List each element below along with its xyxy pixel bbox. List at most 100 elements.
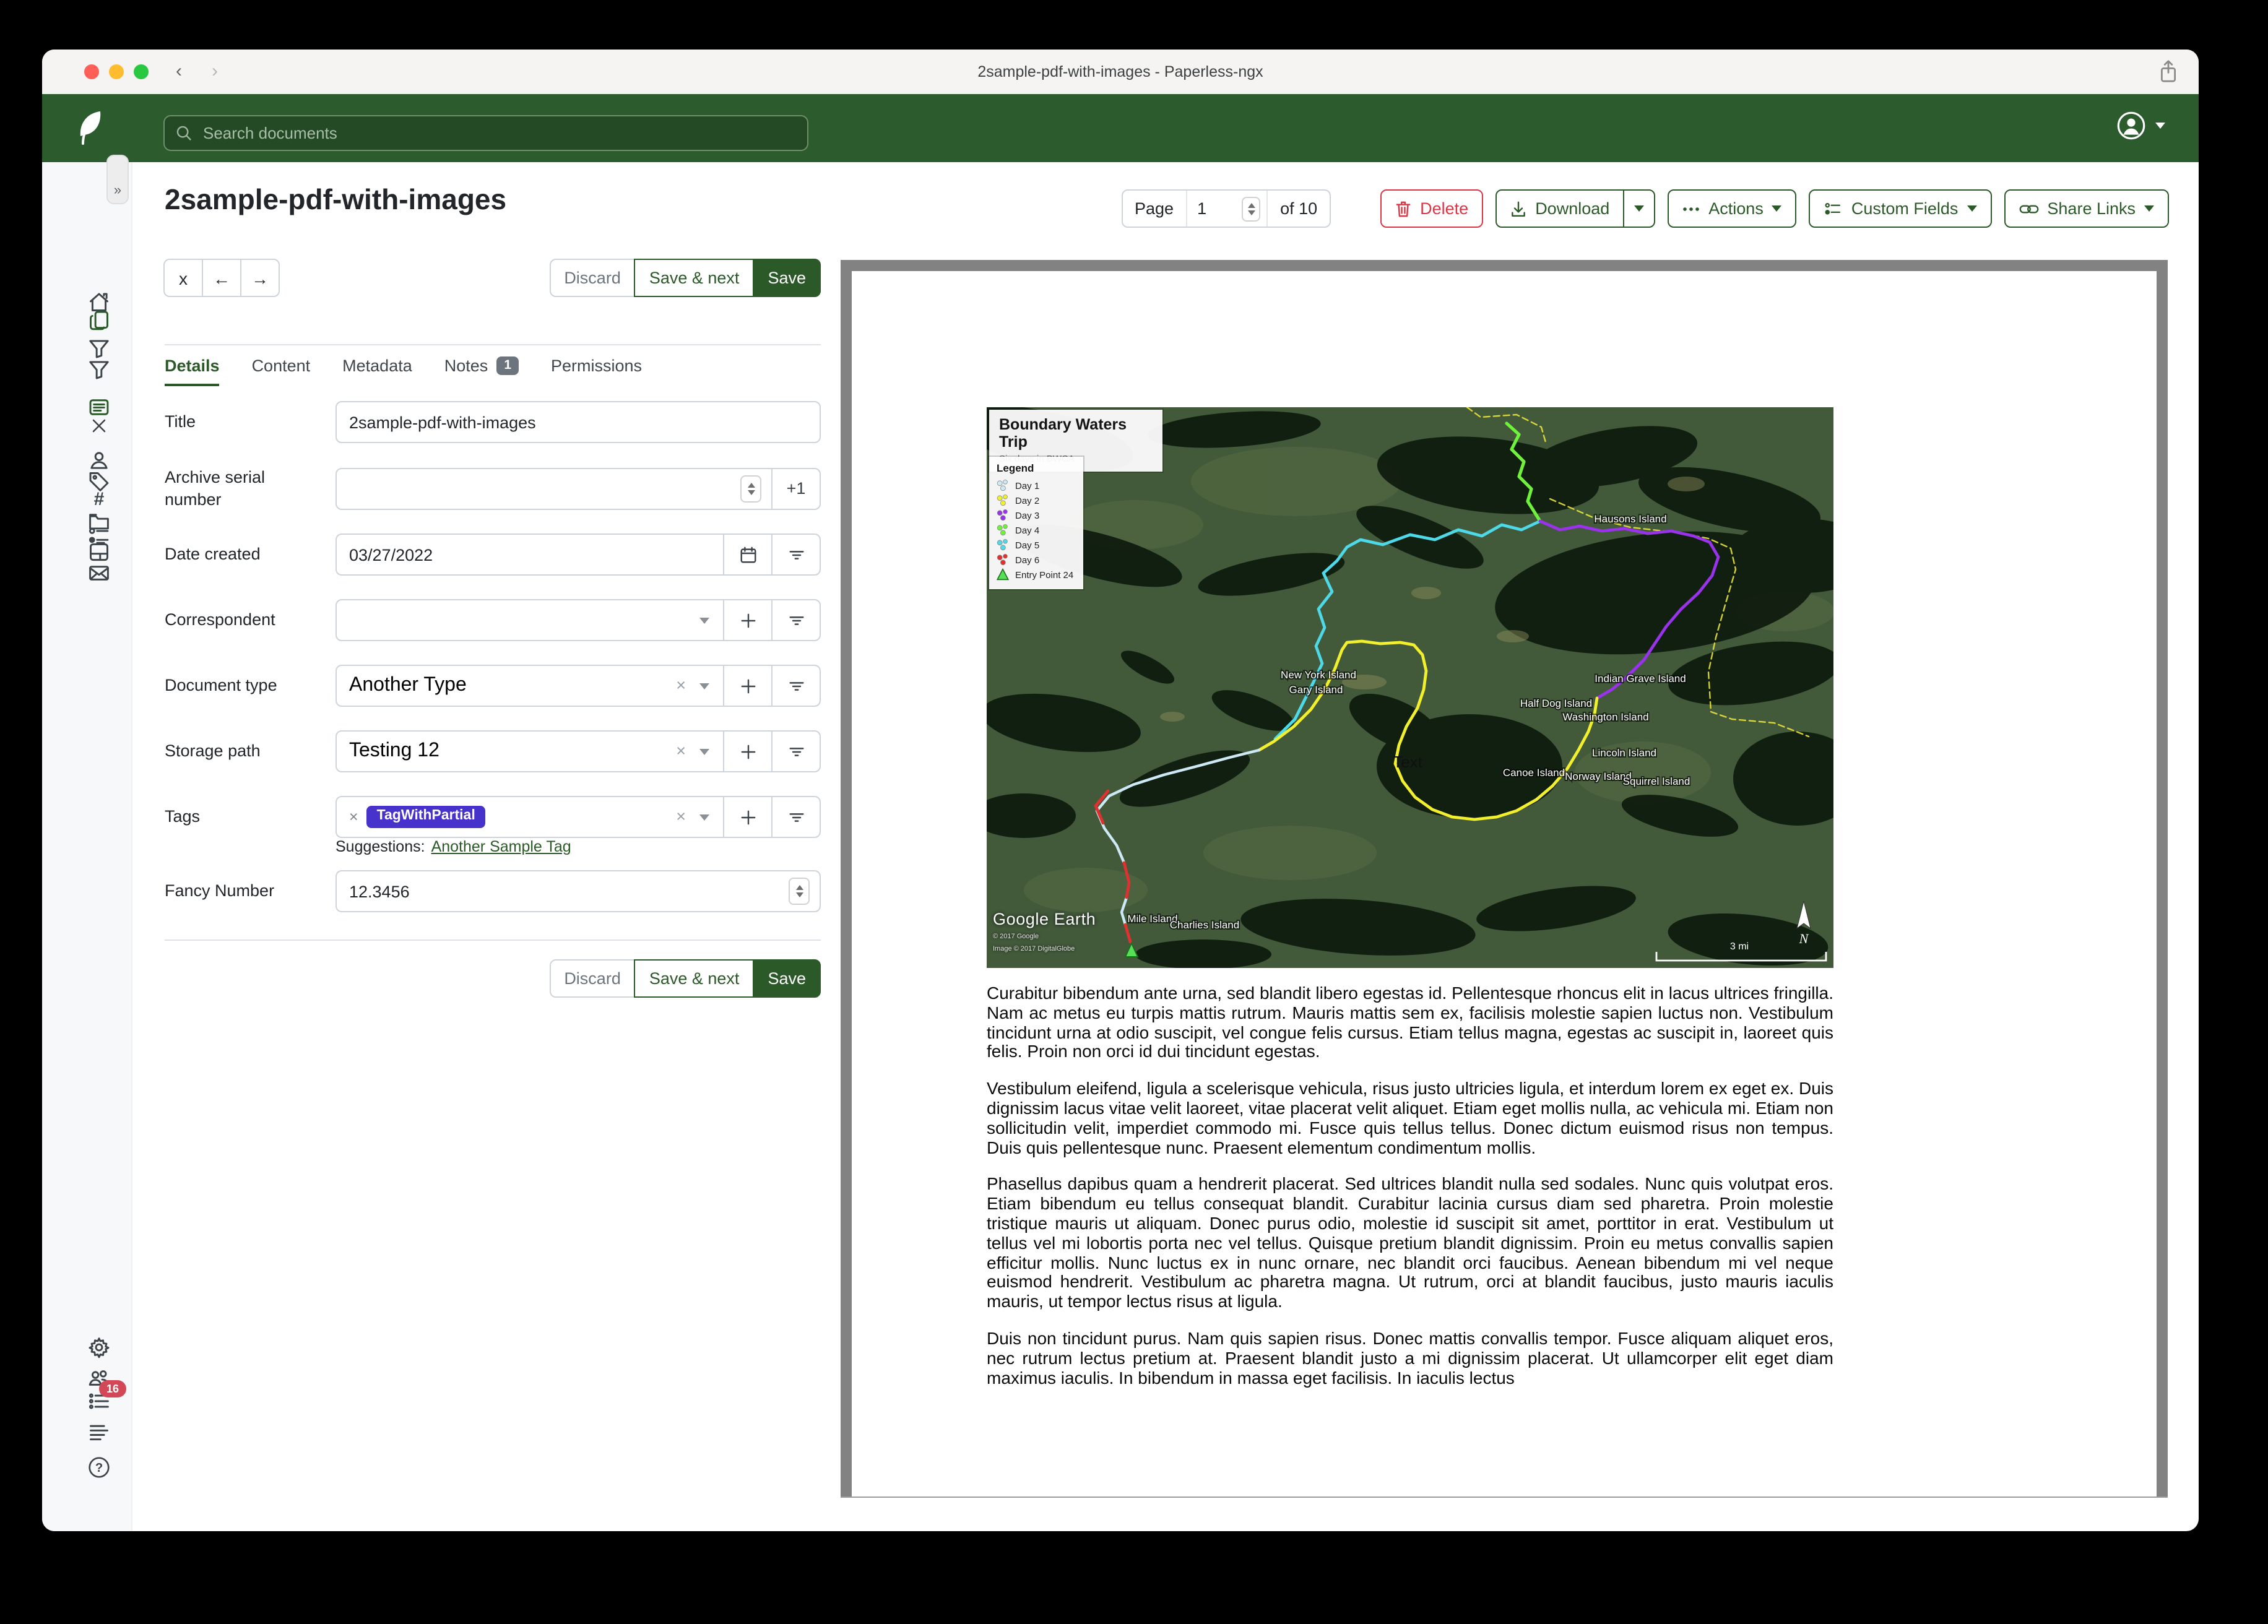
- chevron-down-icon[interactable]: [699, 748, 709, 754]
- sidebar-item-mail[interactable]: [88, 562, 110, 584]
- documents-icon: [88, 309, 110, 332]
- global-search: [163, 115, 808, 151]
- svg-text:?: ?: [95, 1461, 103, 1474]
- sidebar-expand-button[interactable]: »: [106, 155, 129, 204]
- asn-input[interactable]: [335, 467, 773, 509]
- share-icon[interactable]: [2158, 59, 2179, 84]
- date-filter-button[interactable]: [771, 533, 821, 576]
- close-icon: [90, 417, 108, 434]
- sidebar-item-settings[interactable]: [88, 1336, 110, 1358]
- clear-icon[interactable]: ×: [676, 678, 686, 694]
- date-picker-button[interactable]: [723, 533, 773, 576]
- tags-select[interactable]: × TagWithPartial ×: [335, 796, 724, 838]
- correspondent-select[interactable]: [335, 599, 724, 641]
- screenshot-stage: ‹ › 2sample-pdf-with-images - Paperless-…: [0, 0, 2268, 1624]
- save-button[interactable]: Save: [753, 259, 821, 297]
- chevron-down-icon[interactable]: [699, 617, 709, 623]
- tag-chip[interactable]: TagWithPartial: [367, 806, 485, 828]
- legend-title: Legend: [997, 462, 1076, 474]
- sidebar-item-document-types[interactable]: #: [88, 488, 110, 510]
- tab-notes[interactable]: Notes1: [444, 356, 519, 386]
- sidebar-item-saved-view-2[interactable]: [88, 359, 110, 381]
- next-document-button[interactable]: →: [240, 259, 280, 297]
- map-text-annotation: Text: [1393, 753, 1422, 771]
- asn-label: Archive serial number: [165, 467, 335, 510]
- correspondent-filter-button[interactable]: [771, 599, 821, 641]
- storage-path-label: Storage path: [165, 741, 335, 762]
- download-dropdown-toggle[interactable]: [1623, 189, 1655, 228]
- download-button[interactable]: Download: [1495, 189, 1624, 228]
- calendar-icon: [738, 545, 757, 564]
- add-tag-button[interactable]: [723, 796, 773, 838]
- discard-button[interactable]: Discard: [549, 259, 636, 297]
- tab-metadata[interactable]: Metadata: [342, 356, 412, 386]
- filter-lines-icon: [787, 676, 805, 695]
- add-document-type-button[interactable]: [723, 665, 773, 707]
- tab-details[interactable]: Details: [165, 356, 220, 386]
- remove-tag-icon[interactable]: ×: [349, 808, 358, 826]
- suggested-tag-link[interactable]: Another Sample Tag: [431, 838, 571, 855]
- save-group-top: Discard Save & next Save: [549, 259, 821, 297]
- close-document-button[interactable]: x: [163, 259, 203, 297]
- sidebar-item-saved-view-1[interactable]: [88, 338, 110, 360]
- tab-permissions[interactable]: Permissions: [551, 356, 642, 386]
- page-number-input[interactable]: [1195, 198, 1224, 219]
- sidebar-item-workflows[interactable]: [88, 541, 110, 563]
- add-correspondent-button[interactable]: [723, 599, 773, 641]
- custom-fields-button[interactable]: Custom Fields: [1809, 189, 1992, 228]
- previous-document-button[interactable]: ←: [202, 259, 241, 297]
- sidebar-close-all-documents[interactable]: [88, 415, 110, 437]
- tags-filter-button[interactable]: [771, 796, 821, 838]
- pdf-paragraph: Curabitur bibendum ante urna, sed blandi…: [987, 984, 1833, 1062]
- delete-button[interactable]: Delete: [1380, 189, 1483, 228]
- share-links-button[interactable]: Share Links: [2004, 189, 2169, 228]
- search-input[interactable]: [201, 123, 796, 144]
- sidebar-item-correspondents[interactable]: [88, 449, 110, 472]
- fancy-number-stepper[interactable]: [789, 878, 810, 905]
- app-window: ‹ › 2sample-pdf-with-images - Paperless-…: [42, 50, 2199, 1531]
- chevron-down-icon: [1634, 205, 1644, 212]
- fancy-number-input[interactable]: [335, 870, 821, 912]
- sidebar-item-documents[interactable]: [88, 309, 110, 332]
- clear-icon[interactable]: ×: [676, 743, 686, 760]
- chevron-down-icon[interactable]: [699, 683, 709, 689]
- sidebar-item-logs[interactable]: [88, 1421, 110, 1443]
- macos-titlebar: ‹ › 2sample-pdf-with-images - Paperless-…: [42, 50, 2199, 95]
- document-type-filter-button[interactable]: [771, 665, 821, 707]
- user-menu[interactable]: [2117, 111, 2165, 140]
- fancy-number-label: Fancy Number: [165, 881, 335, 902]
- filter-lines-icon: [787, 808, 805, 826]
- title-input[interactable]: [335, 401, 821, 443]
- document-type-select[interactable]: Another Type ×: [335, 665, 724, 707]
- plus-icon: [740, 809, 756, 825]
- date-created-input[interactable]: [335, 533, 724, 576]
- save-button[interactable]: Save: [753, 959, 821, 998]
- asn-plus-one-button[interactable]: +1: [771, 467, 821, 509]
- discard-button[interactable]: Discard: [549, 959, 636, 998]
- pdf-preview-pane[interactable]: Hausons Island New York Island Gary Isla…: [841, 260, 2168, 1498]
- field-row-correspondent: Correspondent: [165, 599, 821, 641]
- save-next-button[interactable]: Save & next: [634, 959, 755, 998]
- avatar-icon: [2117, 111, 2145, 140]
- pdf-page: Hausons Island New York Island Gary Isla…: [852, 271, 2157, 1497]
- workflows-icon: [88, 541, 110, 563]
- document-type-label: Document type: [165, 675, 335, 697]
- map-legend: Legend Day 1 Day 2 Day 3 Day 4 Day 5 Day…: [989, 457, 1083, 589]
- trash-icon: [1395, 200, 1411, 217]
- paperless-logo-icon[interactable]: [74, 109, 104, 146]
- clear-icon[interactable]: ×: [676, 809, 686, 826]
- sidebar-item-help[interactable]: ?: [88, 1456, 110, 1478]
- correspondent-label: Correspondent: [165, 610, 335, 631]
- actions-button[interactable]: Actions: [1668, 189, 1797, 228]
- chevron-down-icon[interactable]: [699, 814, 709, 820]
- chevron-down-icon: [1967, 205, 1976, 212]
- save-next-button[interactable]: Save & next: [634, 259, 755, 297]
- storage-path-select[interactable]: Testing 12 ×: [335, 730, 724, 772]
- add-storage-path-button[interactable]: [723, 730, 773, 772]
- tab-content[interactable]: Content: [252, 356, 311, 386]
- storage-path-filter-button[interactable]: [771, 730, 821, 772]
- filter-lines-icon: [787, 742, 805, 761]
- island-label: Charlies Island: [1170, 919, 1239, 931]
- page-stepper[interactable]: [1242, 196, 1260, 221]
- asn-stepper[interactable]: [740, 475, 761, 502]
